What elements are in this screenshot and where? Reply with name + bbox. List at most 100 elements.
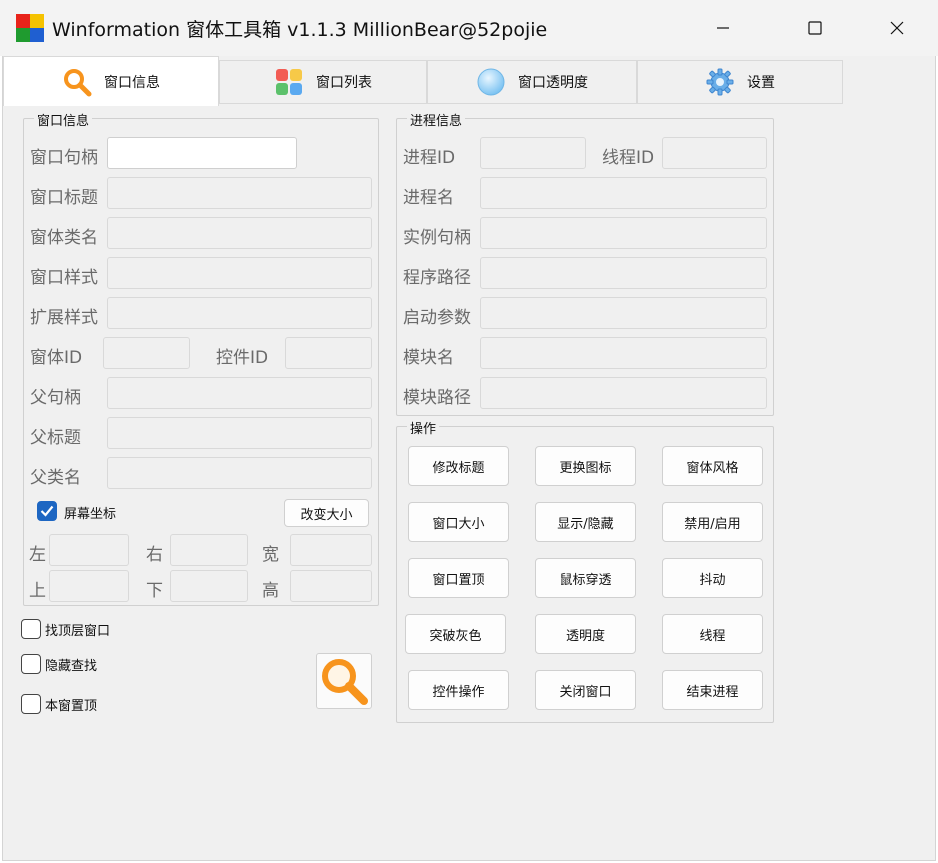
maximize-icon — [808, 21, 822, 35]
finder-tool-button[interactable] — [316, 653, 372, 709]
right-label: 右 — [146, 545, 163, 565]
minimize-icon — [717, 27, 729, 29]
left-field[interactable] — [49, 534, 129, 566]
window-class-label: 窗体类名 — [30, 228, 98, 248]
control-id-field[interactable] — [285, 337, 372, 369]
window-size-button[interactable]: 窗口大小 — [408, 502, 509, 542]
module-path-label: 模块路径 — [403, 388, 471, 408]
process-id-field[interactable] — [480, 137, 586, 169]
extended-style-label: 扩展样式 — [30, 308, 98, 328]
minimize-button[interactable] — [700, 10, 746, 46]
tab-label: 设置 — [747, 75, 775, 91]
window-handle-label: 窗口句柄 — [30, 148, 98, 168]
window-handle-field[interactable] — [107, 137, 297, 169]
form-id-label: 窗体ID — [30, 348, 83, 368]
program-path-field[interactable] — [480, 257, 767, 289]
parent-class-field[interactable] — [107, 457, 372, 489]
tab-label: 窗口信息 — [104, 74, 160, 91]
height-field[interactable] — [290, 570, 372, 602]
end-process-button[interactable]: 结束进程 — [662, 670, 763, 710]
parent-handle-label: 父句柄 — [30, 388, 81, 408]
control-id-label: 控件ID — [216, 348, 269, 368]
screen-coords-checkbox[interactable] — [37, 501, 57, 521]
operations-group: 操作 修改标题 更换图标 窗体风格 窗口大小 显示/隐藏 禁用/启用 窗口置顶 … — [396, 418, 774, 723]
window-title: Winformation 窗体工具箱 v1.1.3 MillionBear@52… — [52, 19, 548, 41]
tab-label: 窗口列表 — [316, 75, 372, 91]
client-area: 窗口信息 窗口列表 窗口透明度 设置 窗口信息 窗口句柄 窗口标题 窗体类名 窗… — [2, 56, 936, 861]
instance-handle-label: 实例句柄 — [403, 228, 471, 248]
group-title: 进程信息 — [407, 110, 466, 129]
tab-window-info[interactable]: 窗口信息 — [3, 56, 219, 106]
find-top-window-label: 找顶层窗口 — [45, 624, 111, 639]
window-title-field[interactable] — [107, 177, 372, 209]
maximize-button[interactable] — [792, 10, 838, 46]
parent-title-field[interactable] — [107, 417, 372, 449]
ungray-button[interactable]: 突破灰色 — [405, 614, 506, 654]
show-hide-button[interactable]: 显示/隐藏 — [535, 502, 636, 542]
parent-title-label: 父标题 — [30, 428, 81, 448]
window-topmost-button[interactable]: 窗口置顶 — [408, 558, 509, 598]
height-label: 高 — [262, 581, 279, 601]
tab-window-transparency[interactable]: 窗口透明度 — [427, 60, 637, 104]
disable-enable-button[interactable]: 禁用/启用 — [662, 502, 763, 542]
resize-button[interactable]: 改变大小 — [284, 499, 369, 527]
parent-handle-field[interactable] — [107, 377, 372, 409]
process-name-field[interactable] — [480, 177, 767, 209]
tab-window-list[interactable]: 窗口列表 — [219, 60, 427, 104]
width-field[interactable] — [290, 534, 372, 566]
program-path-label: 程序路径 — [403, 268, 471, 288]
extended-style-field[interactable] — [107, 297, 372, 329]
module-name-label: 模块名 — [403, 348, 454, 368]
close-window-button[interactable]: 关闭窗口 — [535, 670, 636, 710]
gear-icon — [705, 67, 735, 97]
left-label: 左 — [29, 545, 46, 565]
group-title: 窗口信息 — [34, 110, 93, 129]
module-name-field[interactable] — [480, 337, 767, 369]
startup-args-field[interactable] — [480, 297, 767, 329]
find-top-window-checkbox[interactable] — [21, 619, 41, 639]
mouse-passthrough-button[interactable]: 鼠标穿透 — [535, 558, 636, 598]
right-field[interactable] — [170, 534, 248, 566]
screen-coords-label: 屏幕坐标 — [64, 507, 117, 522]
app-logo-icon — [16, 14, 44, 42]
width-label: 宽 — [262, 545, 279, 565]
top-label: 上 — [29, 581, 46, 601]
threads-button[interactable]: 线程 — [662, 614, 763, 654]
group-title: 操作 — [407, 418, 440, 437]
tab-label: 窗口透明度 — [518, 75, 588, 91]
colorful-grid-icon — [274, 67, 304, 97]
bottom-label: 下 — [146, 581, 163, 601]
thread-id-field[interactable] — [662, 137, 767, 169]
hide-find-checkbox[interactable] — [21, 654, 41, 674]
transparency-button[interactable]: 透明度 — [535, 614, 636, 654]
control-operation-button[interactable]: 控件操作 — [408, 670, 509, 710]
instance-handle-field[interactable] — [480, 217, 767, 249]
thread-id-label: 线程ID — [602, 148, 655, 168]
checkmark-icon — [40, 505, 54, 517]
close-button[interactable] — [874, 10, 920, 46]
process-id-label: 进程ID — [403, 148, 456, 168]
topmost-label: 本窗置顶 — [45, 699, 98, 714]
tab-settings[interactable]: 设置 — [637, 60, 843, 104]
startup-args-label: 启动参数 — [403, 308, 471, 328]
hide-find-label: 隐藏查找 — [45, 659, 98, 674]
close-icon — [890, 21, 904, 35]
magnifier-icon — [62, 67, 92, 97]
title-bar: Winformation 窗体工具箱 v1.1.3 MillionBear@52… — [0, 0, 938, 56]
bubble-icon — [476, 67, 506, 97]
form-id-field[interactable] — [103, 337, 190, 369]
process-name-label: 进程名 — [403, 188, 454, 208]
edit-title-button[interactable]: 修改标题 — [408, 446, 509, 486]
bottom-field[interactable] — [170, 570, 248, 602]
window-style-button[interactable]: 窗体风格 — [662, 446, 763, 486]
module-path-field[interactable] — [480, 377, 767, 409]
shake-button[interactable]: 抖动 — [662, 558, 763, 598]
window-info-group: 窗口信息 窗口句柄 窗口标题 窗体类名 窗口样式 扩展样式 窗体ID 控件ID … — [23, 110, 379, 606]
window-style-field[interactable] — [107, 257, 372, 289]
parent-class-label: 父类名 — [30, 468, 81, 488]
window-style-label: 窗口样式 — [30, 268, 98, 288]
change-icon-button[interactable]: 更换图标 — [535, 446, 636, 486]
window-class-field[interactable] — [107, 217, 372, 249]
top-field[interactable] — [49, 570, 129, 602]
topmost-checkbox[interactable] — [21, 694, 41, 714]
